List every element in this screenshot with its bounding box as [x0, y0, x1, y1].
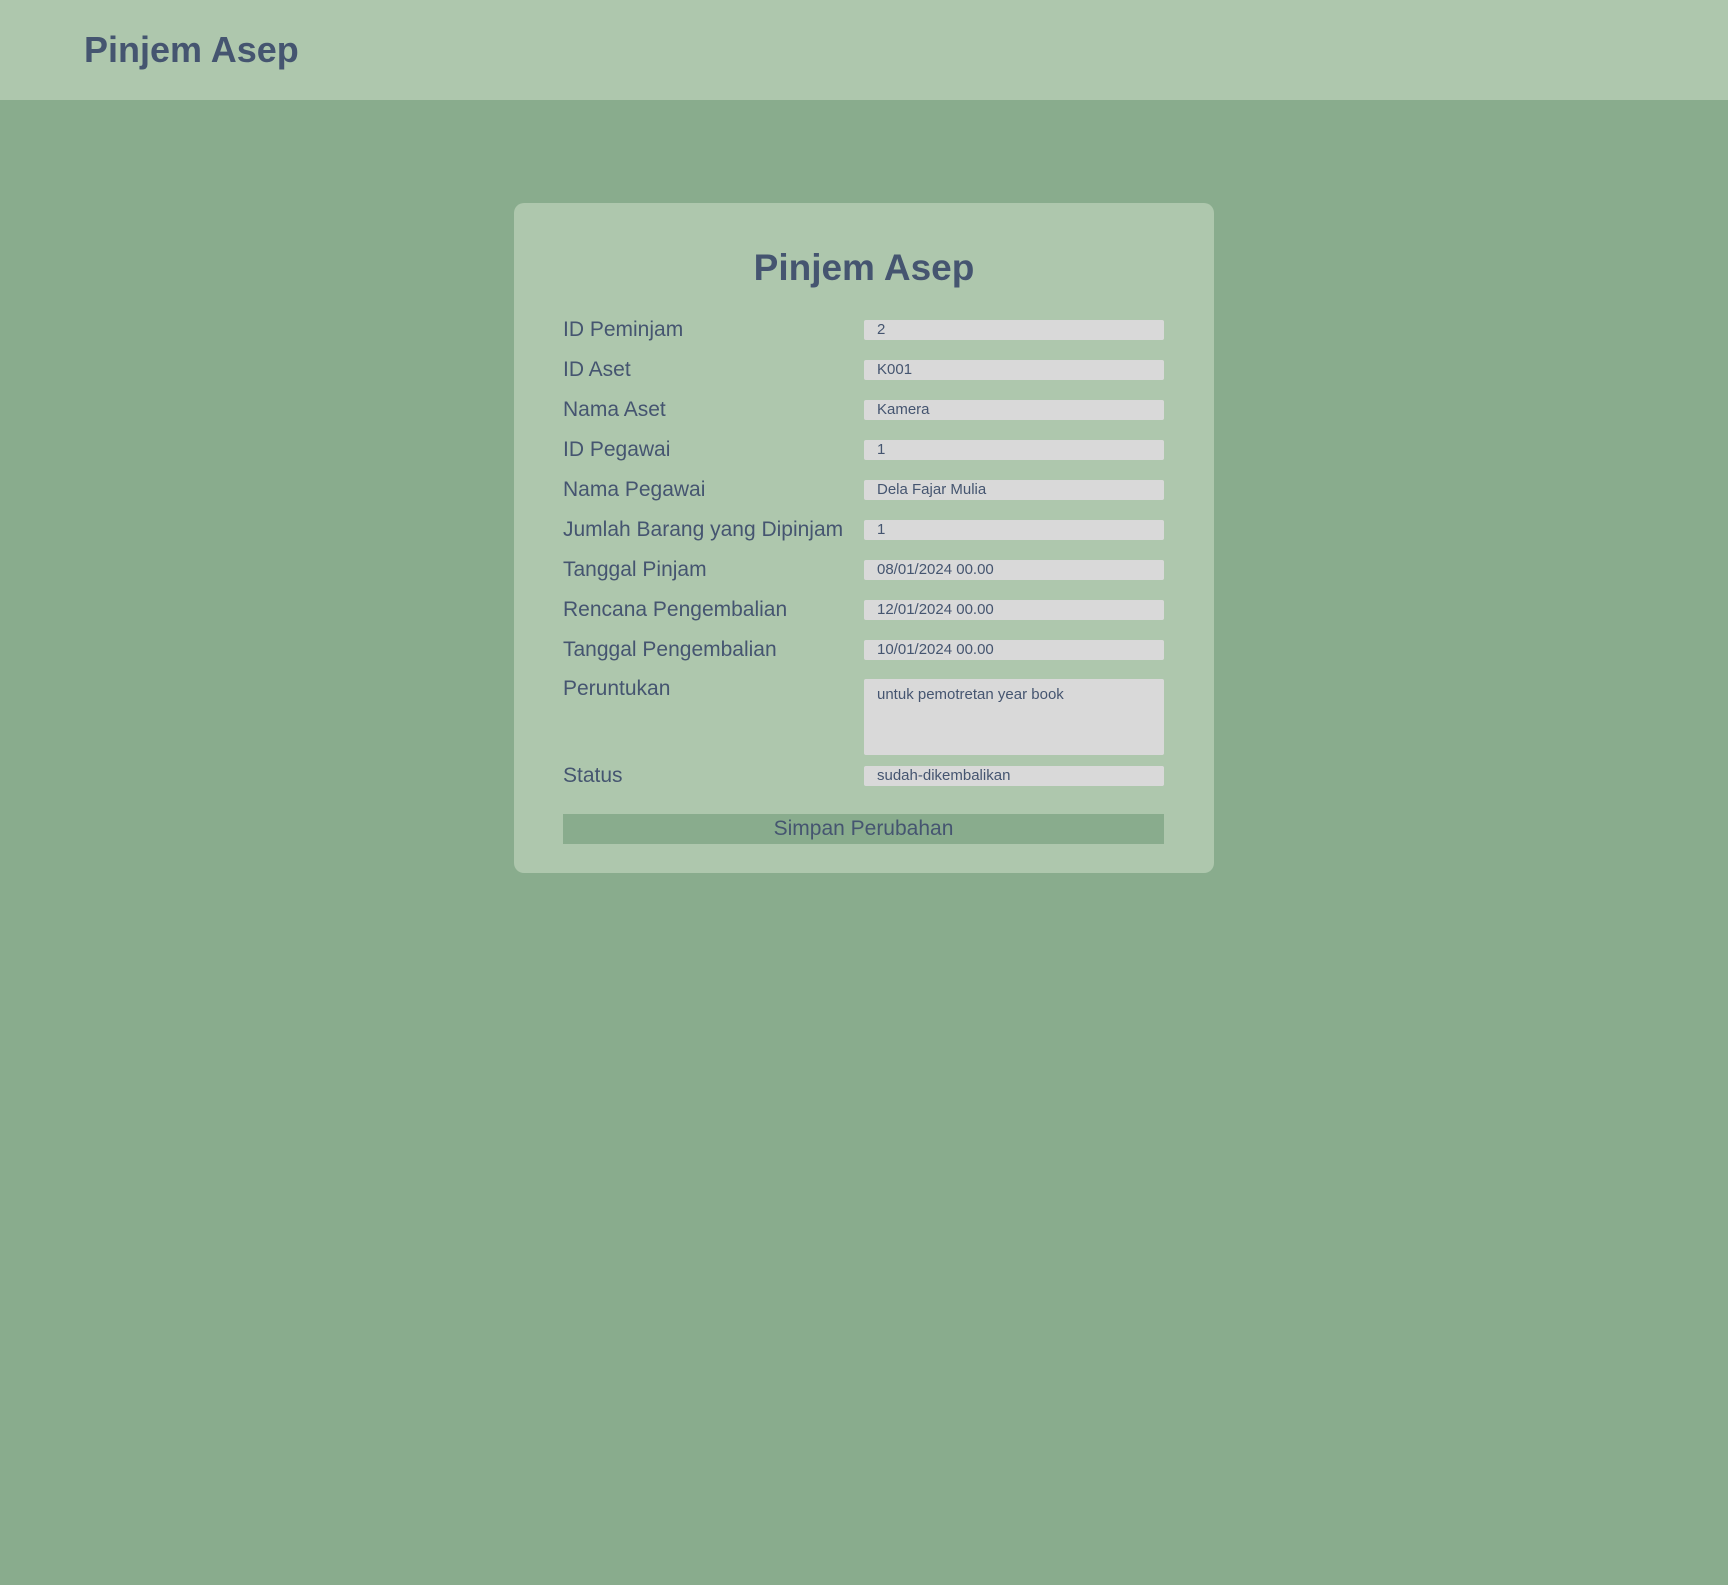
- id-peminjam-label: ID Peminjam: [563, 318, 684, 341]
- id-aset-label: ID Aset: [563, 358, 631, 381]
- tanggal-pinjam-input[interactable]: 08/01/2024 00.00: [864, 560, 1164, 580]
- top-navbar: Pinjem Asep: [0, 0, 1728, 100]
- status-label: Status: [563, 764, 623, 787]
- peruntukan-label: Peruntukan: [563, 677, 671, 700]
- brand-title[interactable]: Pinjem Asep: [84, 28, 299, 72]
- save-changes-button[interactable]: Simpan Perubahan: [563, 814, 1164, 844]
- tanggal-pinjam-label: Tanggal Pinjam: [563, 558, 707, 581]
- nama-pegawai-input[interactable]: Dela Fajar Mulia: [864, 480, 1164, 500]
- form-title: Pinjem Asep: [753, 247, 975, 288]
- id-pegawai-input[interactable]: 1: [864, 440, 1164, 460]
- rencana-pengembalian-label: Rencana Pengembalian: [563, 598, 788, 621]
- edit-loan-form-card: Pinjem Asep ID Peminjam 2 ID Aset K001 N…: [514, 203, 1214, 873]
- nama-aset-label: Nama Aset: [563, 398, 666, 421]
- nama-pegawai-label: Nama Pegawai: [563, 478, 706, 501]
- id-pegawai-label: ID Pegawai: [563, 438, 671, 461]
- id-peminjam-input[interactable]: 2: [864, 320, 1164, 340]
- id-aset-input[interactable]: K001: [864, 360, 1164, 380]
- nama-aset-input[interactable]: Kamera: [864, 400, 1164, 420]
- jumlah-barang-label: Jumlah Barang yang Dipinjam: [563, 518, 844, 541]
- status-input[interactable]: sudah-dikembalikan: [864, 766, 1164, 786]
- tanggal-pengembalian-label: Tanggal Pengembalian: [563, 638, 777, 661]
- rencana-pengembalian-input[interactable]: 12/01/2024 00.00: [864, 600, 1164, 620]
- jumlah-barang-input[interactable]: 1: [864, 520, 1164, 540]
- tanggal-pengembalian-input[interactable]: 10/01/2024 00.00: [864, 640, 1164, 660]
- peruntukan-textarea[interactable]: untuk pemotretan year book: [864, 679, 1164, 755]
